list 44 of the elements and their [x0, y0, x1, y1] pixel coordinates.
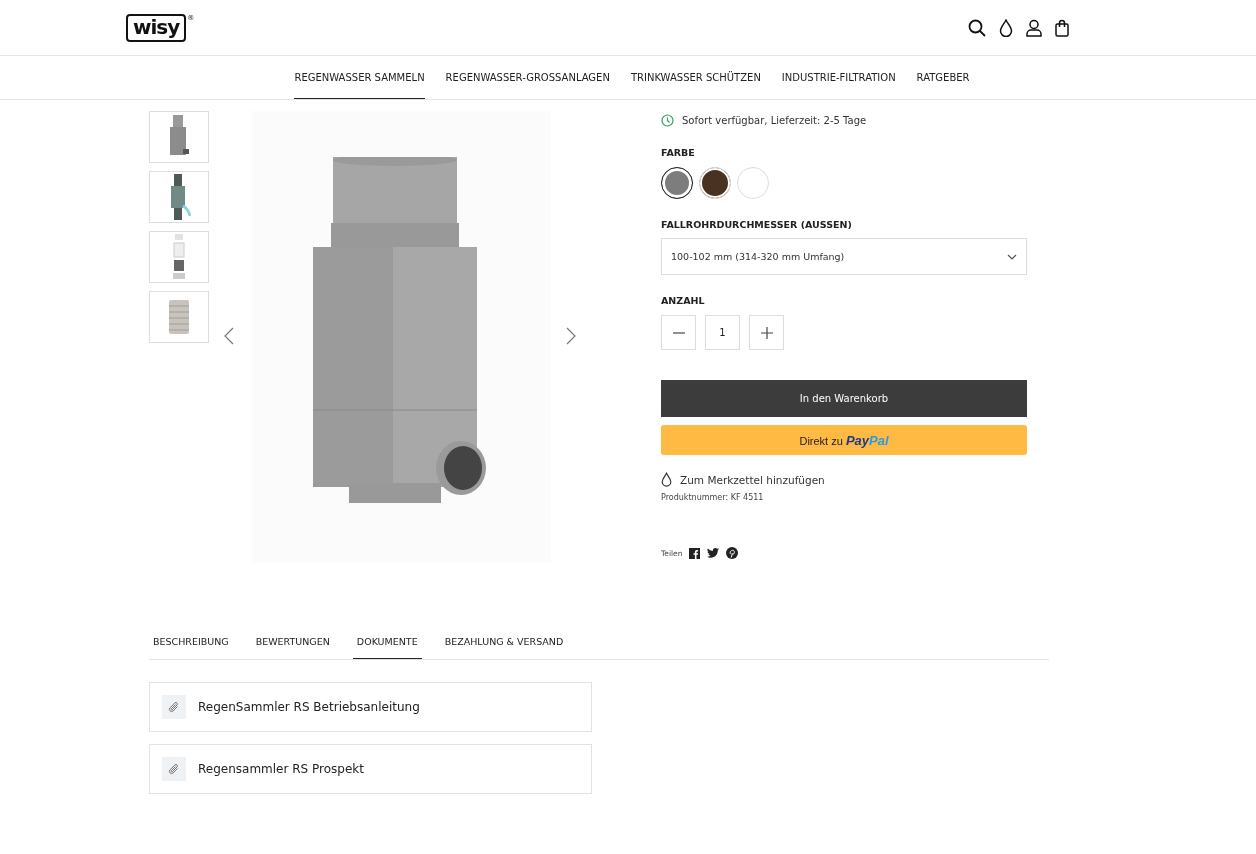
- paperclip-icon: [162, 695, 186, 719]
- facebook-icon[interactable]: [689, 547, 701, 559]
- minus-icon: [672, 331, 685, 334]
- diameter-dropdown[interactable]: 100-102 mm (314-320 mm Umfang): [661, 238, 1027, 275]
- drop-icon: [661, 472, 672, 487]
- tab[interactable]: BESCHREIBUNG: [149, 624, 233, 659]
- bag-icon[interactable]: [1055, 18, 1069, 37]
- nav-link[interactable]: INDUSTRIE-FILTRATION: [781, 56, 896, 99]
- increase-button[interactable]: [749, 315, 784, 350]
- thumbnail-button[interactable]: [149, 231, 209, 283]
- add-to-cart-button[interactable]: In den Warenkorb: [661, 380, 1027, 417]
- thumbnail-button[interactable]: [149, 171, 209, 223]
- diameter-label: FALLROHRDURCHMESSER (AUSSEN): [661, 219, 853, 230]
- drop-icon[interactable]: [999, 18, 1013, 37]
- nav-link[interactable]: RATGEBER: [916, 56, 970, 99]
- paperclip-icon: [162, 757, 186, 781]
- parts-icon: [171, 234, 187, 280]
- color-swatch[interactable]: [661, 167, 693, 199]
- wishlist-link[interactable]: Zum Merkzettel hinzufügen: [680, 473, 825, 486]
- color-label: FARBE: [661, 147, 696, 158]
- document-link[interactable]: Regensammler RS Prospekt: [149, 744, 592, 794]
- thumbnail-button[interactable]: [149, 291, 209, 343]
- plus-icon: [760, 326, 773, 339]
- pinterest-icon[interactable]: [726, 547, 739, 559]
- tab[interactable]: BEZAHLUNG & VERSAND: [440, 624, 568, 659]
- clock-icon: [661, 114, 674, 127]
- paypal-button[interactable]: Direkt zu PayPal: [661, 425, 1027, 455]
- twitter-icon[interactable]: [707, 548, 720, 558]
- tab[interactable]: BEWERTUNGEN: [251, 624, 334, 659]
- filter-icon: [168, 298, 190, 336]
- product-number: Produktnummer: KF 4511: [661, 493, 765, 502]
- logo[interactable]: wisy: [126, 13, 187, 42]
- tab[interactable]: DOKUMENTE: [352, 624, 422, 659]
- user-icon[interactable]: [1026, 18, 1042, 37]
- thumbnail-button[interactable]: [149, 111, 209, 163]
- quantity-label: ANZAHL: [661, 295, 706, 306]
- document-link[interactable]: RegenSammler RS Betriebsanleitung: [149, 682, 592, 732]
- search-icon[interactable]: [968, 18, 986, 37]
- availability-text: Sofort verfügbar, Lieferzeit: 2-5 Tage: [682, 115, 867, 126]
- nav-link[interactable]: REGENWASSER-GROSSANLAGEN: [445, 56, 610, 99]
- chevron-down-icon: [1007, 253, 1017, 260]
- quantity-field[interactable]: 1: [705, 315, 740, 350]
- nav-link[interactable]: TRINKWASSER SCHÜTZEN: [630, 56, 761, 99]
- nav-link[interactable]: REGENWASSER SAMMELN: [294, 56, 425, 99]
